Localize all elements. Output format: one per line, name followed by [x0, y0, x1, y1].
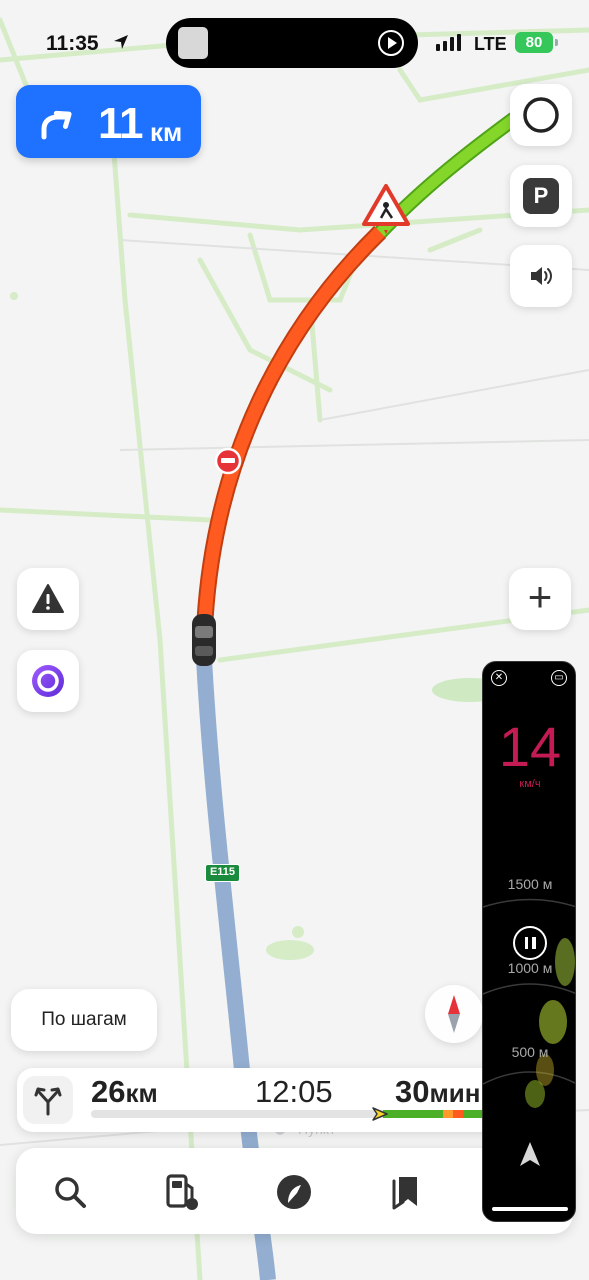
car-position-icon — [192, 614, 216, 666]
dynamic-island[interactable] — [166, 18, 418, 68]
fork-arrow-icon — [34, 1087, 62, 1116]
fuel-icon — [166, 1174, 198, 1210]
route-progress-bar — [91, 1110, 486, 1118]
sound-button[interactable] — [510, 245, 572, 307]
distance-unit: км — [125, 1078, 158, 1108]
alice-voice-button[interactable] — [17, 650, 79, 712]
distance-mark-500: 500 м — [511, 1044, 549, 1060]
warning-icon — [32, 584, 64, 613]
turn-right-arrow-icon — [41, 110, 72, 140]
location-arrow-icon — [114, 35, 128, 49]
status-time: 11:35 — [46, 32, 99, 55]
play-icon[interactable] — [378, 30, 404, 56]
arrival-time: 12:05 — [255, 1074, 333, 1109]
speed-pip-widget[interactable]: ✕ ▭ 14 км/ч 1500 м 1000 м 500 м — [482, 661, 576, 1222]
cellular-signal-icon — [436, 34, 461, 51]
route-summary-bar[interactable]: 26км 12:05 30мин — [17, 1068, 557, 1132]
pause-icon[interactable] — [513, 926, 547, 960]
route-options-button[interactable] — [23, 1076, 73, 1124]
alice-assistant-icon — [523, 97, 559, 133]
speed-unit: км/ч — [519, 778, 541, 790]
remaining-duration: 30мин — [395, 1074, 480, 1110]
speaker-icon — [531, 267, 552, 285]
distance-value: 26 — [91, 1074, 126, 1109]
expand-icon[interactable]: ▭ — [551, 670, 567, 686]
maneuver-unit: км — [150, 117, 183, 147]
compass-icon — [448, 995, 460, 1033]
duration-value: 30 — [395, 1074, 430, 1109]
current-position-marker-icon — [372, 1107, 388, 1121]
search-button[interactable] — [48, 1170, 92, 1214]
close-icon[interactable]: ✕ — [491, 670, 507, 686]
media-thumbnail — [178, 27, 208, 59]
distance-mark-1500: 1500 м — [507, 876, 553, 892]
remaining-distance: 26км — [91, 1074, 158, 1110]
maneuver-card[interactable]: 11 км — [16, 85, 201, 158]
zoom-in-button[interactable]: + — [509, 568, 571, 630]
search-icon — [55, 1177, 86, 1208]
navigator-button[interactable] — [272, 1170, 316, 1214]
bookmarks-icon — [392, 1177, 417, 1210]
parking-icon: P — [523, 178, 559, 214]
bookmarks-button[interactable] — [384, 1170, 428, 1214]
distance-arcs — [483, 898, 575, 1108]
current-speed: 14 — [498, 715, 562, 778]
home-indicator — [492, 1207, 568, 1211]
plus-icon: + — [527, 573, 553, 620]
navigator-icon — [277, 1175, 311, 1209]
alice-voice-icon — [32, 665, 64, 697]
battery-indicator: 80 — [515, 32, 558, 53]
direction-arrow-icon — [520, 1142, 540, 1166]
report-incident-button[interactable] — [17, 568, 79, 630]
road-number-badge: E115 — [205, 864, 240, 882]
fuel-button[interactable] — [160, 1170, 204, 1214]
steps-button[interactable]: По шагам — [11, 989, 157, 1051]
alice-assistant-button[interactable] — [510, 84, 572, 146]
maneuver-distance: 11 — [98, 99, 144, 148]
distance-mark-1000: 1000 м — [507, 960, 553, 976]
parking-button[interactable]: P — [510, 165, 572, 227]
network-type: LTE — [474, 34, 507, 54]
no-entry-icon[interactable] — [214, 447, 242, 475]
duration-unit: мин — [429, 1078, 481, 1108]
compass-button[interactable] — [425, 985, 483, 1043]
